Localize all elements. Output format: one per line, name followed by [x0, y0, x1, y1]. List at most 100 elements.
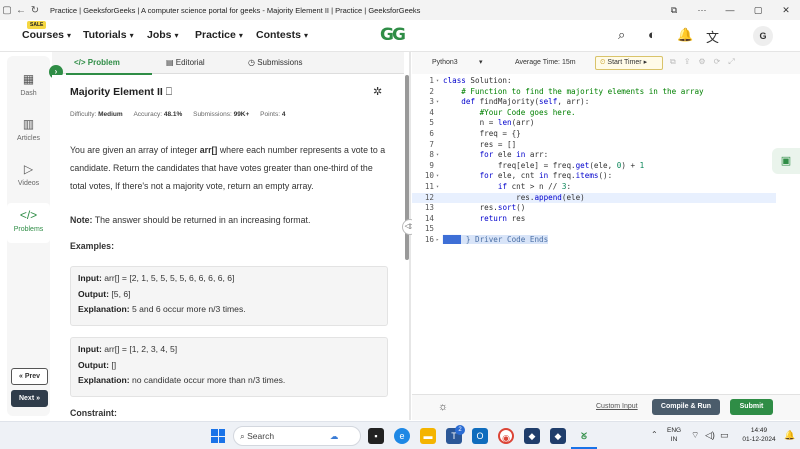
fold-icon[interactable]: ▾ — [436, 171, 442, 182]
editor-actions[interactable]: ⧉⇪⚙⟳⤢ — [670, 57, 743, 67]
code-line: 3 ▾ def findMajority(self, arr): — [412, 97, 776, 108]
examples-heading: Examples: — [70, 241, 115, 251]
compile-run-button[interactable]: Compile & Run — [652, 399, 720, 415]
clock[interactable]: 14:49 01-12-2024 — [738, 426, 780, 444]
fold-icon[interactable]: ▸ — [436, 235, 442, 246]
example-output: Output: [5, 6] — [78, 287, 380, 303]
app-icon[interactable]: ◆ — [550, 428, 566, 444]
example-output-label: Output: — [78, 288, 110, 299]
lightbulb-icon[interactable]: ☼ — [438, 401, 448, 413]
nav-tutorials[interactable]: Tutorials ▾ — [83, 29, 134, 41]
code-text: #Your Code goes here. — [443, 107, 576, 117]
nav-contests[interactable]: Contests ▾ — [256, 29, 308, 41]
rail-item-problems[interactable]: </> Problems — [7, 203, 50, 243]
bookmark-icon[interactable]: ⎕ — [166, 86, 172, 98]
edge-icon[interactable]: e — [394, 428, 410, 444]
line-number: 14 — [424, 213, 434, 223]
video-icon: ▷ — [23, 162, 34, 176]
search-icon[interactable]: ⌕ — [618, 27, 625, 43]
rail-item-articles[interactable]: ▥ Articles — [7, 117, 50, 151]
task-view-icon[interactable]: ▪ — [368, 428, 384, 444]
rail-item-videos[interactable]: ▷ Videos — [7, 162, 50, 196]
time: 14:49 — [750, 427, 768, 434]
nav-courses[interactable]: Courses ▾ — [22, 29, 71, 41]
line-number: 9 — [429, 160, 434, 170]
language-value: Python3 — [432, 59, 458, 66]
play-icon: ▸ — [643, 59, 648, 66]
nav-jobs[interactable]: Jobs ▾ — [147, 29, 179, 41]
nav-practice[interactable]: Practice ▾ — [195, 29, 243, 41]
back-icon[interactable]: ← — [14, 5, 28, 16]
translate-icon[interactable]: 文 — [706, 27, 719, 46]
search-placeholder: Search — [247, 431, 275, 441]
fold-icon[interactable]: ▾ — [436, 182, 442, 193]
editor-toolbar: Python3 ▾ Average Time: 15m ⏲ Start Timer… — [412, 52, 800, 74]
more-icon[interactable]: ··· — [688, 5, 716, 16]
battery-icon[interactable]: ▭ — [720, 430, 729, 441]
rail-label: Videos — [17, 180, 40, 187]
notifications-icon[interactable]: 🔔 — [784, 430, 795, 441]
sale-badge: SALE — [27, 21, 47, 29]
submit-button[interactable]: Submit — [730, 399, 773, 415]
gfg-taskbar-icon[interactable]: ᘜ — [576, 428, 592, 444]
language-select[interactable]: Python3 ▾ — [429, 56, 487, 70]
wifi-icon[interactable]: ⌔ — [691, 430, 699, 441]
code-text: res.sort() — [443, 203, 526, 213]
bug-report-icon[interactable]: ✲ — [373, 85, 382, 98]
line-number: 5 — [429, 118, 434, 128]
chat-icon[interactable]: ▣ — [772, 148, 800, 174]
prev-button[interactable]: « Prev — [11, 368, 48, 385]
reload-icon[interactable]: ↻ — [28, 5, 42, 16]
example-explanation-text: 5 and 6 occur more n/3 times. — [129, 304, 246, 314]
vscode-icon[interactable]: ◆ — [524, 428, 540, 444]
extensions-icon[interactable]: ⧉ — [660, 5, 688, 16]
tab-problem-label: Problem — [87, 58, 120, 67]
clock-icon: ◷ — [248, 58, 258, 67]
tab-editorial[interactable]: ▤ Editorial — [166, 58, 205, 67]
problem-note: Note: The answer should be returned in a… — [70, 215, 310, 225]
code-text: # Function to find the majority elements… — [443, 86, 704, 96]
fold-icon[interactable]: ▾ — [436, 150, 442, 161]
code-text: class Solution: — [443, 76, 512, 85]
tab-title[interactable]: Practice | GeeksforGeeks | A computer sc… — [50, 6, 420, 15]
code-text: res.append(ele) — [443, 192, 585, 202]
next-button[interactable]: Next » — [11, 390, 48, 407]
line-number: 6 — [429, 129, 434, 138]
volume-icon[interactable]: ◁) — [705, 430, 715, 441]
rail-item-dash[interactable]: ▦ Dash — [7, 72, 50, 106]
fold-icon[interactable]: ▾ — [436, 97, 442, 108]
panel-divider[interactable] — [409, 52, 411, 420]
line-number: 7 — [429, 139, 434, 149]
example-input: Input: arr[] = [1, 2, 3, 4, 5] — [78, 342, 380, 358]
example-explanation-label: Explanation: — [78, 375, 130, 385]
dark-mode-icon[interactable]: ◐ — [648, 27, 656, 42]
minimize-icon[interactable]: — — [716, 5, 744, 16]
code-line: 14 return res — [412, 214, 776, 225]
chevron-up-icon[interactable]: ⌃ — [651, 430, 658, 439]
code-editor[interactable]: 1 ▾ class Solution: 2 # Function to find t… — [412, 74, 776, 394]
line-number: 11 — [424, 182, 434, 191]
custom-input-link[interactable]: Custom Input — [596, 403, 638, 410]
language-indicator[interactable]: ENG IN — [667, 426, 681, 444]
example-box: Input: arr[] = [2, 1, 5, 5, 5, 5, 6, 6, … — [70, 266, 388, 326]
taskbar-search[interactable]: ⌕ Search ☁ — [233, 426, 361, 446]
problem-description: You are given an array of integer arr[] … — [70, 141, 388, 195]
avatar[interactable]: G — [753, 26, 773, 46]
gfg-logo[interactable]: GG — [380, 25, 406, 45]
line-number: 16 — [424, 235, 434, 244]
fold-icon[interactable]: ▾ — [436, 76, 442, 87]
chevron-down-icon: ▾ — [238, 31, 243, 40]
close-icon[interactable]: ✕ — [772, 5, 800, 16]
code-icon: </> — [19, 208, 38, 222]
file-explorer-icon[interactable]: ▬ — [420, 428, 436, 444]
start-timer-button[interactable]: ⏲ Start Timer ▸ — [595, 56, 663, 70]
windows-start-icon[interactable] — [211, 429, 225, 443]
tab-icon[interactable]: ▢ — [0, 5, 14, 16]
chrome-icon[interactable]: ◉ — [498, 428, 514, 444]
outlook-icon[interactable]: O — [472, 428, 488, 444]
tab-submissions[interactable]: ◷ Submissions — [248, 58, 303, 67]
maximize-icon[interactable]: ▢ — [744, 5, 772, 16]
example-output-text: [5, 6] — [109, 288, 131, 299]
tab-problem[interactable]: </> Problem — [74, 58, 120, 67]
bell-icon[interactable]: 🔔 — [677, 27, 693, 43]
